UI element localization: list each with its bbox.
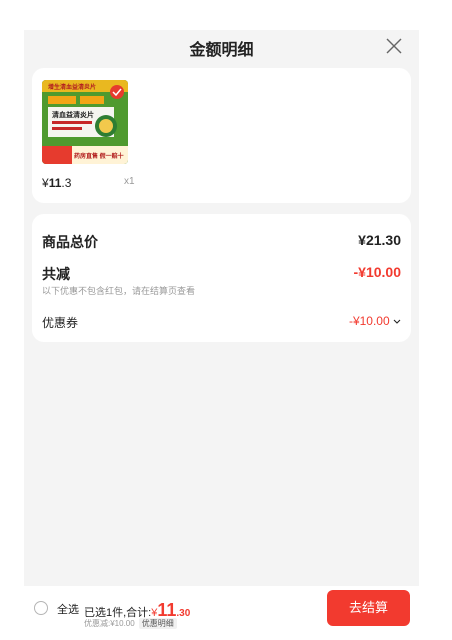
- total-decimal: .30: [176, 608, 191, 619]
- product-image[interactable]: 增生清血益清炎片 清血益清炎片 药房直售 假一赔十: [42, 80, 128, 164]
- product-card: 增生清血益清炎片 清血益清炎片 药房直售 假一赔十 ¥11.3 x1: [32, 68, 411, 203]
- image-bottom-text: 药房直售 假一赔十: [74, 152, 124, 160]
- select-all-label[interactable]: 全选: [57, 601, 79, 617]
- product-thumbnail-graphic: 增生清血益清炎片 清血益清炎片 药房直售 假一赔十: [42, 80, 128, 164]
- discount-row: 共减 -¥10.00: [42, 264, 401, 284]
- discount-hint: 以下优惠不包含红包，请在结算页查看: [42, 286, 196, 296]
- bottom-bar: 全选 已选1件,合计:¥11.30 优惠减:¥10.00 优惠明细 去结算: [24, 586, 419, 632]
- sheet-title: 金额明细: [189, 42, 254, 59]
- coupon-label: 优惠券: [42, 316, 79, 330]
- product-quantity: x1: [124, 176, 135, 187]
- goods-total-label: 商品总价: [42, 234, 98, 250]
- discount-line-text: 优惠减:¥10.00: [84, 619, 135, 628]
- goods-total-value: ¥21.30: [358, 232, 401, 248]
- discount-line: 优惠减:¥10.00 优惠明细: [84, 618, 177, 629]
- price-symbol: ¥: [42, 176, 49, 190]
- price-decimal: .3: [61, 176, 72, 190]
- discount-detail-chip[interactable]: 优惠明细: [138, 618, 177, 629]
- amount-detail-sheet: 金额明细 增生清血益清炎片 清血益清炎片 药房直售 假一赔十 ¥11.3 x1 …: [24, 30, 419, 590]
- goods-total-row: 商品总价 ¥21.30: [42, 232, 401, 252]
- product-price: ¥11.3: [42, 176, 71, 190]
- summary-card: 商品总价 ¥21.30 共减 -¥10.00 以下优惠不包含红包，请在结算页查看…: [32, 214, 411, 342]
- discount-label: 共减: [42, 266, 70, 282]
- close-icon[interactable]: [385, 37, 403, 55]
- coupon-row[interactable]: 优惠券 -¥10.00: [42, 314, 401, 332]
- image-top-text: 增生清血益清炎片: [48, 83, 96, 91]
- coupon-value: -¥10.00: [348, 314, 390, 328]
- select-all-checkbox[interactable]: [34, 601, 48, 615]
- total-integer: 11: [157, 600, 177, 620]
- checkout-button[interactable]: 去结算: [327, 590, 410, 626]
- image-name-text: 清血益清炎片: [52, 110, 94, 119]
- coupon-value-wrap: -¥10.00: [349, 314, 401, 328]
- price-integer: 11: [48, 176, 62, 190]
- discount-value: -¥10.00: [353, 264, 401, 280]
- sheet-header: 金额明细: [24, 30, 419, 64]
- chevron-down-icon: [393, 319, 401, 324]
